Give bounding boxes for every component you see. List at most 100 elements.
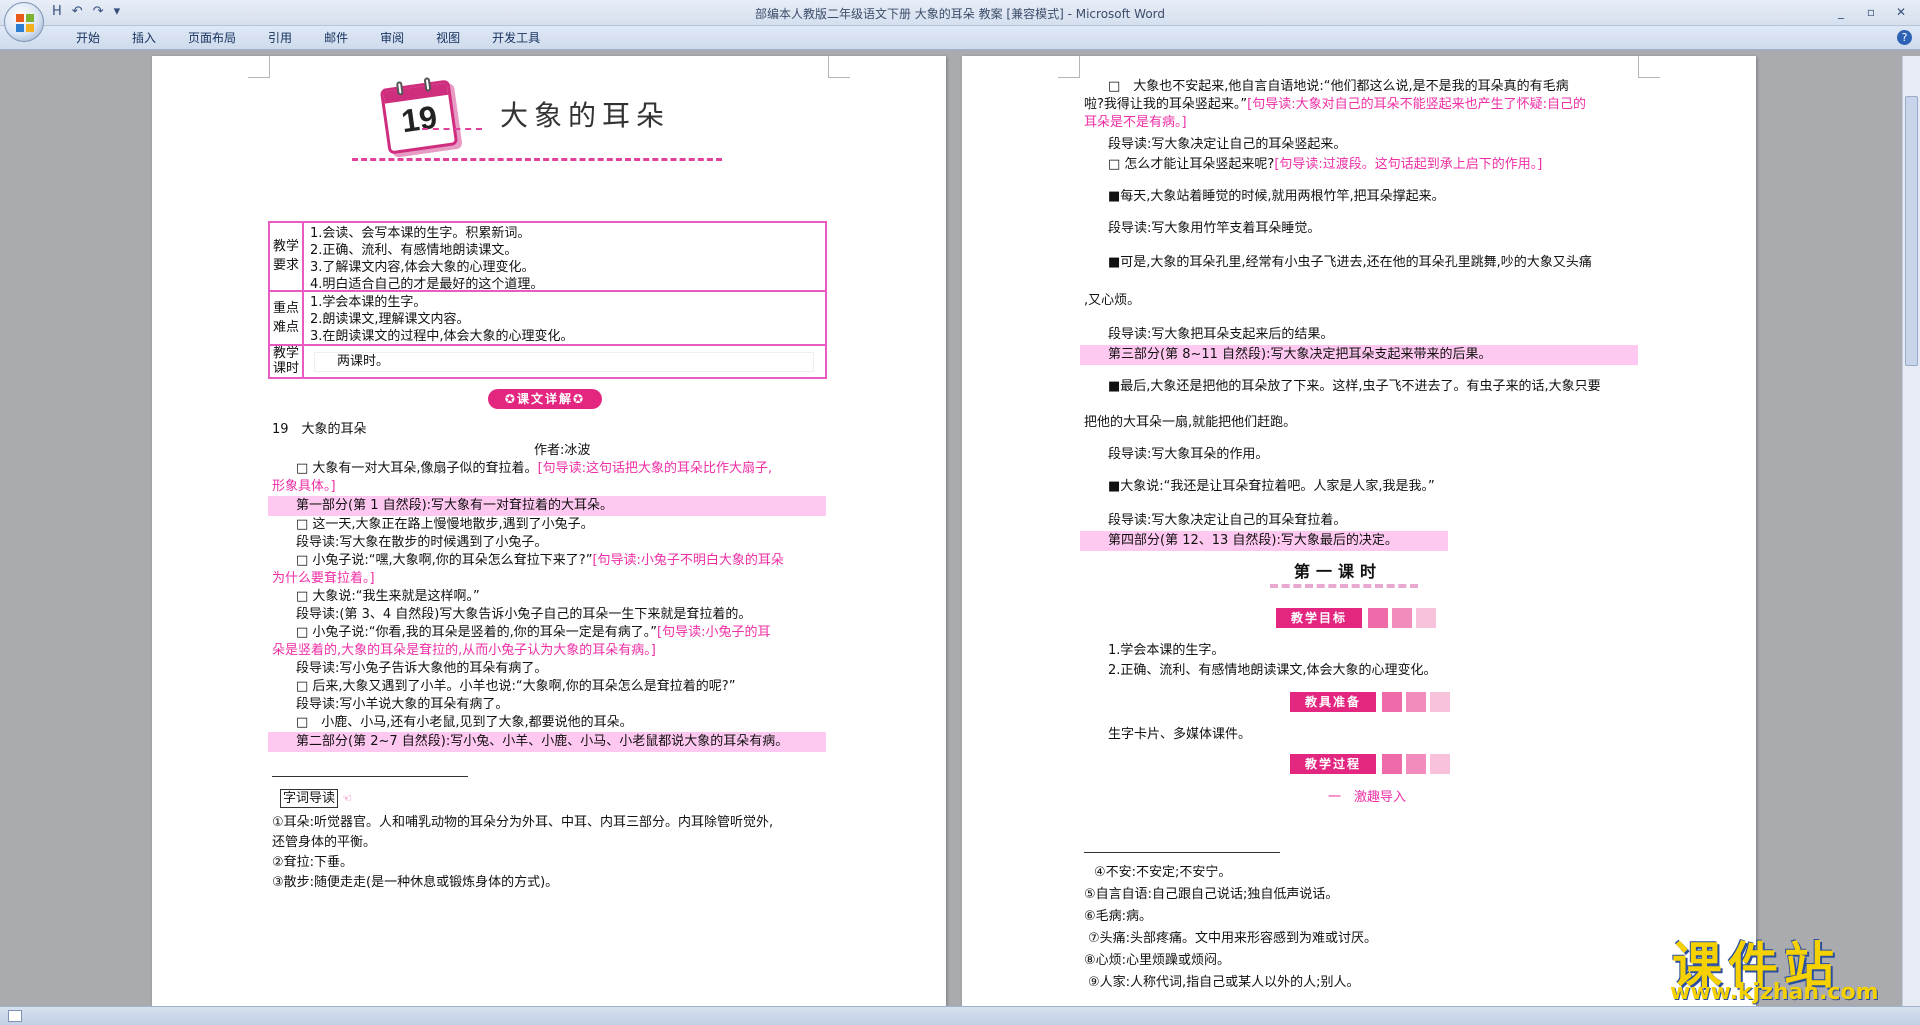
badge-square: [1406, 692, 1426, 712]
lesson-number-calendar-icon: 19: [379, 77, 459, 155]
tab-insert[interactable]: 插入: [116, 30, 172, 46]
section-summary: 第二部分(第 2~7 自然段):写小兔、小羊、小鹿、小马、小老鼠都说大象的耳朵有…: [296, 734, 789, 749]
paragraph-guide: 段导读:写大象用竹竿支着耳朵睡觉。: [1108, 221, 1321, 236]
margin-mark: [248, 56, 270, 78]
lesson-number: 19: [399, 98, 440, 140]
sentence-guide: 耳朵是不是有病。]: [1084, 115, 1187, 130]
sentence-guide: [句导读:过渡段。这句话起到承上启下的作用。]: [1274, 157, 1543, 172]
body-line: □ 大象也不安起来,他自言自语地说:“他们都这么说,是不是我的耳朵真的有毛病: [1108, 79, 1569, 94]
body-line: 啦?我得让我的耳朵竖起来。”[句导读:大象对自己的耳朵不能竖起来也产生了怀疑:自…: [1084, 96, 1586, 114]
title-bar: H ↶ ↷ ▾ 部编本人教版二年级语文下册 大象的耳朵 教案 [兼容模式] - …: [0, 0, 1920, 26]
paragraph-guide: 段导读:写大象决定让自己的耳朵耷拉着。: [1108, 513, 1347, 528]
paragraph-guide: 段导读:写小羊说大象的耳朵有病了。: [296, 697, 509, 712]
body-line: ■可是,大象的耳朵孔里,经常有小虫子飞进去,还在他的耳朵孔里跳舞,吵的大象又头痛: [1108, 255, 1592, 270]
footnote: ⑤自言自语:自己跟自己说话;独自低声说话。: [1084, 887, 1339, 902]
goal-item: 1.学会本课的生字。: [1108, 643, 1225, 658]
document-page-left[interactable]: 19 大象的耳朵 教学 要求 1.会读、会写本课的生字。积累新词。 2.正确、流…: [152, 56, 946, 1006]
sentence-guide: [句导读:大象对自己的耳朵不能竖起来也产生了怀疑:自己的: [1247, 97, 1586, 112]
paragraph-guide: 段导读:写大象在散步的时候遇到了小兔子。: [296, 535, 548, 550]
tab-mailings[interactable]: 邮件: [308, 30, 364, 46]
footnote: ②耷拉:下垂。: [272, 855, 354, 870]
footnote-label: 字词导读: [280, 789, 339, 808]
body-line: ■每天,大象站着睡觉的时候,就用两根竹竿,把耳朵撑起来。: [1108, 189, 1445, 204]
badge-square: [1430, 754, 1450, 774]
title-deco-line: [422, 128, 482, 130]
badge-square: [1382, 692, 1402, 712]
watermark-url: www.kjzhan.com: [1670, 980, 1879, 1005]
period-underline: [1270, 584, 1418, 588]
body-line: □ 小兔子说:“你看,我的耳朵是竖着的,你的耳朵一定是有病了。”[句导读:小兔子…: [296, 624, 770, 642]
body-line: □ 这一天,大象正在路上慢慢地散步,遇到了小兔子。: [296, 517, 594, 532]
tab-home[interactable]: 开始: [60, 30, 116, 46]
office-button[interactable]: [4, 2, 44, 42]
tab-page-layout[interactable]: 页面布局: [172, 30, 252, 46]
footnote-separator: [272, 776, 468, 777]
paragraph-guide: 段导读:写大象把耳朵支起来后的结果。: [1108, 327, 1334, 342]
restore-button[interactable]: ▫: [1858, 3, 1884, 21]
footnote: ①耳朵:听觉器官。人和哺乳动物的耳朵分为外耳、中耳、内耳三部分。内耳除管听觉外,: [272, 815, 774, 830]
footnote: ④不安:不安定;不安宁。: [1094, 865, 1232, 880]
sentence-guide: [句导读:这句话把大象的耳朵比作大扇子,: [537, 461, 773, 476]
ribbon: 开始 插入 页面布局 引用 邮件 审阅 视图 开发工具 ?: [0, 26, 1920, 50]
header-text: 要求: [272, 258, 299, 273]
header-text: 重点: [272, 301, 299, 316]
paragraph-guide: 段导读:写大象耳朵的作用。: [1108, 447, 1269, 462]
section-summary: 第一部分(第 1 自然段):写大象有一对耷拉着的大耳朵。: [296, 498, 614, 513]
author-line: 作者:冰波: [534, 443, 591, 458]
body-line: □ 大象说:“我生来就是这样啊。”: [296, 589, 480, 604]
badge-square: [1416, 608, 1436, 628]
scrollbar-thumb[interactable]: [1905, 96, 1918, 366]
sentence: 啦?我得让我的耳朵竖起来。”: [1084, 97, 1248, 112]
vertical-scrollbar[interactable]: [1902, 56, 1920, 1006]
sentence: □ 大象有一对大耳朵,像扇子似的耷拉着。: [296, 461, 538, 476]
footnote: 还管身体的平衡。: [272, 835, 377, 850]
margin-mark: [828, 56, 850, 78]
prep-text: 生字卡片、多媒体课件。: [1108, 727, 1252, 742]
tab-developer[interactable]: 开发工具: [476, 30, 556, 46]
tab-review[interactable]: 审阅: [364, 30, 420, 46]
ribbon-tabs: 开始 插入 页面布局 引用 邮件 审阅 视图 开发工具: [60, 30, 556, 46]
sentence-guide: 为什么要耷拉着。]: [272, 571, 375, 586]
table-row: 重点 难点 1.学会本课的生字。 2.朗读课文,理解课文内容。 3.在朗读课文的…: [270, 292, 825, 346]
footnote-separator: [1084, 852, 1280, 853]
row-header: 教学 课时: [270, 346, 304, 377]
margin-mark: [1058, 56, 1080, 78]
paragraph-guide: 段导读:(第 3、4 自然段)写大象告诉小兔子自己的耳朵一生下来就是耷拉着的。: [296, 607, 752, 622]
focus-item: 3.在朗读课文的过程中,体会大象的心理变化。: [310, 329, 574, 344]
star-icon: ✪: [573, 392, 586, 406]
margin-mark: [1638, 56, 1660, 78]
body-line: ■最后,大象还是把他的耳朵放了下来。这样,虫子飞不进去了。有虫子来的话,大象只要: [1108, 379, 1601, 394]
process-badge: 教学过程: [1290, 754, 1376, 774]
section-summary: 第四部分(第 12、13 自然段):写大象最后的决定。: [1108, 533, 1398, 548]
window-controls: _ ▫ ✕: [1828, 3, 1914, 21]
table-row: 教学 要求 1.会读、会写本课的生字。积累新词。 2.正确、流利、有感情地朗读课…: [270, 223, 825, 292]
row-items: 1.学会本课的生字。 2.朗读课文,理解课文内容。 3.在朗读课文的过程中,体会…: [310, 294, 574, 345]
goal-badge: 教学目标: [1276, 608, 1362, 628]
page-layout-icon[interactable]: [8, 1010, 22, 1022]
tab-view[interactable]: 视图: [420, 30, 476, 46]
objectives-table: 教学 要求 1.会读、会写本课的生字。积累新词。 2.正确、流利、有感情地朗读课…: [268, 221, 827, 379]
row-items: 1.会读、会写本课的生字。积累新词。 2.正确、流利、有感情地朗读课文。 3.了…: [310, 225, 543, 293]
tab-references[interactable]: 引用: [252, 30, 308, 46]
header-text: 教学: [272, 346, 299, 361]
badge-square: [1382, 754, 1402, 774]
star-icon: ✪: [504, 392, 517, 406]
table-row: 教学 课时 两课时。: [270, 346, 825, 377]
document-page-right[interactable]: □ 大象也不安起来,他自言自语地说:“他们都这么说,是不是我的耳朵真的有毛病 啦…: [962, 56, 1756, 1006]
goal-item: 2.正确、流利、有感情地朗读课文,体会大象的心理变化。: [1108, 663, 1437, 678]
sentence: □ 怎么才能让耳朵竖起来呢?: [1108, 157, 1275, 172]
header-text: 教学: [272, 239, 299, 254]
footnote: ③散步:随便走走(是一种休息或锻炼身体的方式)。: [272, 875, 559, 890]
body-line: ■大象说:“我还是让耳朵耷拉着吧。人家是人家,我是我。”: [1108, 479, 1435, 494]
close-button[interactable]: ✕: [1888, 3, 1914, 21]
help-icon[interactable]: ?: [1897, 30, 1912, 45]
badge-text: 课文详解: [516, 392, 573, 406]
period-cell: 两课时。: [314, 352, 814, 372]
minimize-button[interactable]: _: [1828, 3, 1854, 21]
footnote: ⑥毛病:病。: [1084, 909, 1153, 924]
sentence-guide: 形象具体。]: [272, 479, 336, 494]
header-text: 难点: [272, 320, 299, 335]
body-line: □ 小兔子说:“嘿,大象啊,你的耳朵怎么耷拉下来了?”[句导读:小兔子不明白大象…: [296, 552, 784, 570]
office-logo-icon: [16, 14, 34, 32]
period-value: 两课时。: [337, 354, 390, 369]
